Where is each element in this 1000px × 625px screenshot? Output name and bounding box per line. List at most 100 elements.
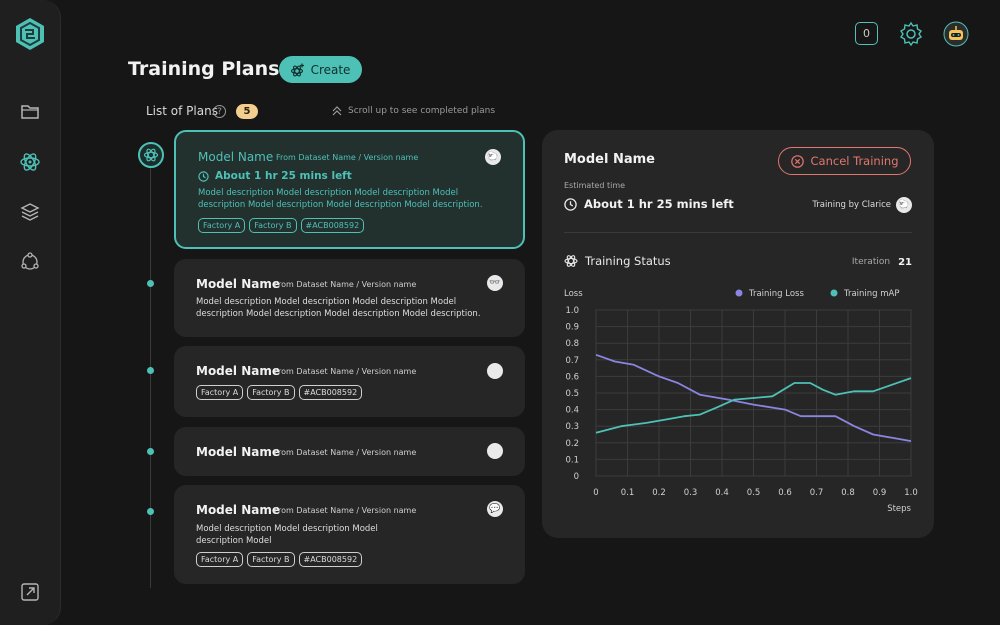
y-tick-label: 0.9 bbox=[565, 323, 579, 333]
x-tick-label: 0.5 bbox=[747, 488, 761, 498]
clock-icon bbox=[564, 197, 577, 211]
iteration-value: 21 bbox=[898, 257, 912, 268]
x-tick-label: 0.6 bbox=[778, 488, 792, 498]
plan-time-left: About 1 hr 25 mins left bbox=[198, 170, 352, 182]
tag[interactable]: #ACB008592 bbox=[298, 385, 363, 400]
y-tick-label: 0.1 bbox=[565, 455, 579, 465]
plan-card[interactable]: Model Name From Dataset Name / Version n… bbox=[174, 485, 525, 584]
list-of-plans-label: List of Plans bbox=[146, 104, 218, 118]
y-tick-label: 0 bbox=[574, 472, 579, 482]
plan-source: From Dataset Name / Version name bbox=[274, 367, 417, 376]
plan-description: Model description Model description Mode… bbox=[196, 297, 481, 319]
plan-card-active[interactable]: Model Name From Dataset Name / Version n… bbox=[174, 130, 525, 249]
app-logo-icon[interactable] bbox=[15, 17, 45, 51]
timeline-dot bbox=[147, 367, 154, 374]
atom-icon[interactable] bbox=[19, 151, 41, 173]
tag[interactable]: Factory A bbox=[196, 385, 244, 400]
training-detail-panel: Model Name Cancel Training Estimated tim… bbox=[542, 130, 934, 538]
y-tick-label: 0.5 bbox=[565, 389, 579, 399]
atom-icon bbox=[564, 255, 578, 267]
timeline-active-node bbox=[138, 142, 164, 168]
plan-source: From Dataset Name / Version name bbox=[276, 153, 419, 162]
legend-swatch bbox=[830, 289, 838, 297]
help-icon[interactable]: ? bbox=[213, 105, 226, 118]
tag[interactable]: Factory B bbox=[247, 385, 295, 400]
timeline-dot bbox=[147, 280, 154, 287]
cancel-training-button[interactable]: Cancel Training bbox=[778, 147, 911, 175]
plan-card[interactable]: Model Name From Dataset Name / Version n… bbox=[174, 259, 525, 337]
chat-avatar-icon: 💬 bbox=[487, 501, 503, 517]
plan-tags: Factory A Factory B #ACB008592 bbox=[198, 218, 365, 233]
x-tick-label: 0.7 bbox=[810, 488, 824, 498]
plan-description: Model description Model description Mode… bbox=[196, 524, 378, 546]
y-tick-label: 0.4 bbox=[565, 406, 579, 416]
plan-card[interactable]: Model Name From Dataset Name / Version n… bbox=[174, 427, 525, 476]
face-avatar-icon: 😊 bbox=[487, 443, 503, 459]
clock-icon bbox=[198, 170, 209, 182]
plan-title: Model Name bbox=[196, 277, 280, 291]
trained-by: Training by Clarice 🐑 bbox=[812, 197, 912, 213]
iteration-label: Iteration bbox=[851, 257, 891, 267]
training-status-title: Training Status bbox=[564, 254, 671, 268]
cow-avatar-icon: 🐮 bbox=[487, 363, 503, 379]
tag[interactable]: #ACB008592 bbox=[298, 552, 363, 567]
detail-model-name: Model Name bbox=[564, 152, 655, 167]
sheep-avatar-icon: 🐑 bbox=[485, 149, 501, 165]
training-status-text: Training Status bbox=[585, 254, 671, 268]
y-tick-label: 0.7 bbox=[565, 356, 579, 366]
estimated-time-label: Estimated time bbox=[564, 181, 626, 190]
y-tick-label: 0.3 bbox=[565, 422, 579, 432]
legend-swatch bbox=[735, 289, 743, 297]
x-tick-label: 0.9 bbox=[873, 488, 887, 498]
tag[interactable]: Factory B bbox=[247, 552, 295, 567]
sheep-avatar-icon: 🐑 bbox=[896, 197, 912, 213]
y-tick-label: 0.8 bbox=[565, 339, 579, 349]
cancel-training-label: Cancel Training bbox=[810, 154, 899, 168]
estimated-time-text: About 1 hr 25 mins left bbox=[584, 197, 734, 211]
x-tick-label: 1.0 bbox=[904, 488, 918, 498]
tag[interactable]: Factory B bbox=[249, 218, 297, 233]
robot-avatar-icon[interactable] bbox=[943, 21, 969, 47]
estimated-time-value: About 1 hr 25 mins left bbox=[564, 197, 734, 211]
y-axis-label: Loss bbox=[564, 289, 583, 299]
notification-count-badge[interactable]: 0 bbox=[855, 22, 878, 45]
x-tick-label: 0.3 bbox=[684, 488, 698, 498]
iteration-readout: Iteration 21 bbox=[852, 257, 912, 268]
plan-tags: Factory A Factory B #ACB008592 bbox=[196, 385, 363, 400]
network-icon[interactable] bbox=[19, 251, 41, 273]
tag[interactable]: Factory A bbox=[198, 218, 246, 233]
glasses-avatar-icon: 👓 bbox=[487, 275, 503, 291]
folder-icon[interactable] bbox=[19, 101, 41, 123]
timeline-dot bbox=[147, 508, 154, 515]
plan-card[interactable]: Model Name From Dataset Name / Version n… bbox=[174, 346, 525, 417]
atom-plus-icon bbox=[290, 63, 304, 76]
timeline-dot bbox=[147, 448, 154, 455]
layers-icon[interactable] bbox=[19, 201, 41, 223]
x-tick-label: 0.8 bbox=[841, 488, 855, 498]
create-button[interactable]: Create bbox=[279, 56, 362, 83]
timeline-line bbox=[150, 168, 151, 588]
x-tick-label: 0.2 bbox=[652, 488, 666, 498]
x-tick-label: 0 bbox=[593, 488, 598, 498]
divider bbox=[564, 232, 912, 233]
training-chart: 0 0.1 0.2 0.3 0.4 0.5 0.6 0.7 0.8 0.9 1.0 0 0.1 0.2 0.… bbox=[564, 289, 918, 514]
external-link-icon[interactable] bbox=[19, 581, 41, 603]
x-tick-label: 0.1 bbox=[621, 488, 635, 498]
legend-label: Training Loss bbox=[748, 289, 804, 299]
tag[interactable]: Factory A bbox=[196, 552, 244, 567]
plan-title: Model Name bbox=[196, 364, 280, 378]
plan-source: From Dataset Name / Version name bbox=[274, 506, 417, 515]
trained-by-text: Training by Clarice bbox=[812, 200, 891, 210]
scroll-hint[interactable]: Scroll up to see completed plans bbox=[331, 105, 495, 117]
plan-time-text: About 1 hr 25 mins left bbox=[215, 170, 352, 182]
plan-description: Model description Model description Mode… bbox=[198, 188, 483, 210]
plan-title: Model Name bbox=[196, 445, 280, 459]
plan-source: From Dataset Name / Version name bbox=[274, 448, 417, 457]
x-tick-label: 0.4 bbox=[715, 488, 729, 498]
tag[interactable]: #ACB008592 bbox=[300, 218, 365, 233]
y-tick-label: 0.6 bbox=[565, 372, 579, 382]
x-axis-label: Steps bbox=[887, 504, 911, 514]
plan-title: Model Name bbox=[196, 503, 280, 517]
atom-icon bbox=[143, 148, 159, 162]
gear-icon[interactable] bbox=[898, 21, 924, 47]
